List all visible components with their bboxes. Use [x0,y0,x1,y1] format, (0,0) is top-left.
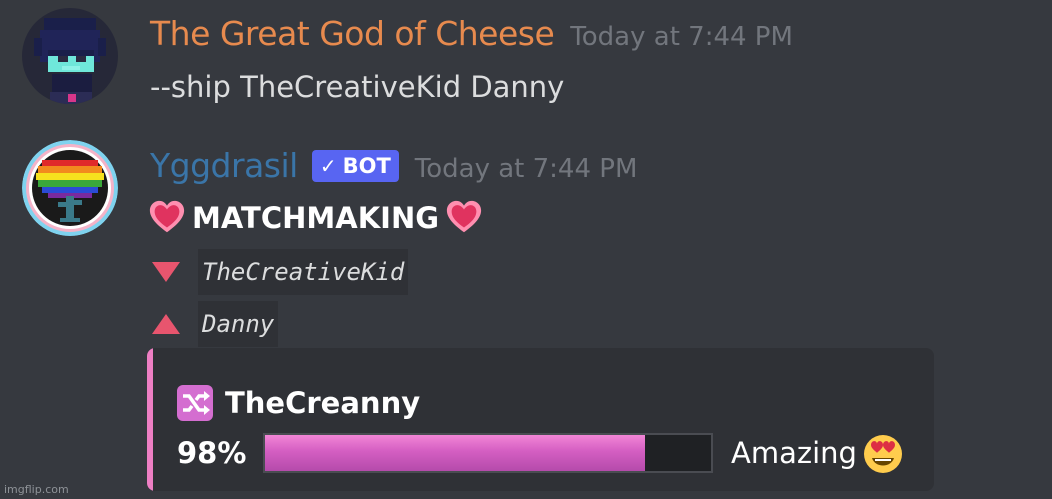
username[interactable]: The Great God of Cheese [150,14,555,53]
timestamp[interactable]: Today at 7:44 PM [415,154,638,184]
embed-title: TheCreanny [177,385,420,421]
triangle-up-icon [152,314,180,334]
compatibility-rating: Amazing [731,436,857,470]
shuffle-icon [177,385,213,421]
embed-color-bar [147,348,153,491]
user-avatar[interactable] [22,8,118,104]
compatibility-percent: 98% [177,436,247,470]
triangle-down-icon [152,262,180,282]
message-1: The Great God of Cheese Today at 7:44 PM… [0,0,1052,130]
matchmaking-title: MATCHMAKING [148,199,483,237]
checkmark-icon: ✓ [319,154,337,178]
bot-avatar[interactable] [22,140,118,236]
ship-name: TheCreanny [225,386,421,420]
username[interactable]: Yggdrasil [150,146,298,185]
username-code: Danny [198,301,279,347]
ship-user-1: TheCreativeKid [150,249,409,295]
matchmaking-label: MATCHMAKING [192,201,440,235]
timestamp[interactable]: Today at 7:44 PM [570,22,793,52]
heart-eyes-emoji-icon [863,435,902,473]
pixel-character-avatar-icon [22,8,118,104]
message-text: --ship TheCreativeKid Danny [150,70,565,104]
bot-tag: ✓ BOT [311,150,399,182]
compatibility-progress-bar [263,433,713,473]
message-header: Yggdrasil ✓ BOT Today at 7:44 PM [150,146,637,186]
message-header: The Great God of Cheese Today at 7:44 PM [150,14,793,53]
username-code: TheCreativeKid [198,249,409,295]
ship-embed: TheCreanny 98% Amazing [147,348,934,491]
bot-tag-label: BOT [342,154,391,178]
heart-icon [446,200,482,233]
watermark: imgflip.com [4,483,69,496]
rainbow-tree-avatar-icon [22,140,118,236]
heart-icon [149,200,185,233]
ship-user-2: Danny [150,301,279,347]
compatibility-row: 98% Amazing [177,431,905,475]
progress-fill [265,435,646,471]
